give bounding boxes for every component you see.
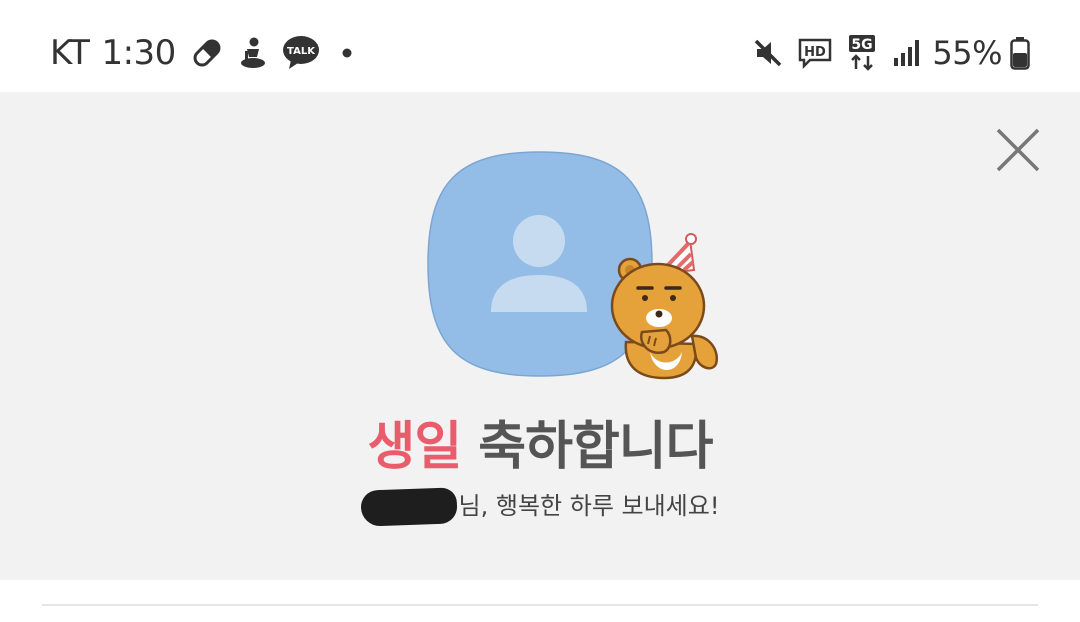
kakaotalk-icon: TALK xyxy=(282,35,320,71)
hd-badge-text: HD xyxy=(805,45,827,60)
redacted-name xyxy=(359,487,458,527)
title-rest: 축하합니다 xyxy=(461,417,713,477)
signal-icon xyxy=(892,38,922,68)
notification-dot-icon xyxy=(342,48,352,58)
figure-icon xyxy=(238,36,268,70)
divider xyxy=(42,604,1038,606)
title-highlight: 생일 xyxy=(367,417,463,477)
status-bar-right: HD 5G 55% xyxy=(738,30,1030,76)
talk-badge-text: TALK xyxy=(287,46,316,57)
carrier-label: KT xyxy=(50,33,90,73)
birthday-title: 생일 축하합니다 xyxy=(0,404,1080,479)
close-button[interactable] xyxy=(990,122,1046,178)
birthday-subtitle: 님, 행복한 하루 보내세요! xyxy=(0,486,1080,527)
status-bar: KT 1:30 TALK HD 5G 55% xyxy=(0,0,1080,92)
battery-icon xyxy=(1010,36,1030,70)
network-badge-text: 5G xyxy=(852,37,873,53)
hd-voice-icon: HD xyxy=(798,37,832,69)
status-bar-left: KT 1:30 TALK xyxy=(50,30,352,76)
pill-icon xyxy=(190,36,224,70)
party-bear-sticker xyxy=(600,232,725,380)
mute-icon xyxy=(752,37,784,69)
close-icon xyxy=(996,128,1040,172)
subtitle-text: 님, 행복한 하루 보내세요! xyxy=(458,492,720,520)
clock: 1:30 xyxy=(101,33,176,73)
battery-percent: 55% xyxy=(932,34,1002,72)
5g-data-icon: 5G xyxy=(846,34,878,72)
